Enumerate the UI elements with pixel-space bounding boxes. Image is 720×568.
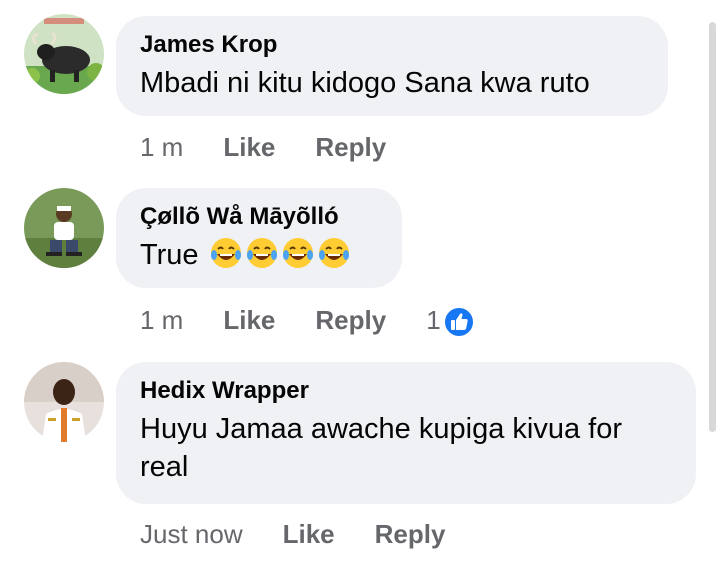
reply-button[interactable]: Reply bbox=[375, 517, 446, 551]
scrollbar[interactable] bbox=[709, 22, 716, 432]
comment-bubble: Çøllõ Wå Māyõlló True bbox=[116, 188, 402, 288]
comment-text: True bbox=[140, 236, 378, 274]
avatar[interactable] bbox=[24, 188, 104, 268]
comment-text-word: True bbox=[140, 239, 199, 271]
comment-bubble: Hedix Wrapper Huyu Jamaa awache kupiga k… bbox=[116, 362, 696, 504]
avatar[interactable] bbox=[24, 362, 104, 442]
avatar[interactable] bbox=[24, 14, 104, 94]
comment-timestamp[interactable]: Just now bbox=[140, 517, 243, 551]
reply-button[interactable]: Reply bbox=[315, 130, 386, 164]
comment-bubble: James Krop Mbadi ni kitu kidogo Sana kwa… bbox=[116, 16, 668, 116]
laughing-tears-emoji-icon bbox=[246, 238, 277, 268]
thumbs-up-icon bbox=[442, 306, 475, 339]
comment-text: Huyu Jamaa awache kupiga kivua for real bbox=[140, 413, 622, 483]
reply-button[interactable]: Reply bbox=[315, 303, 386, 337]
like-button[interactable]: Like bbox=[223, 303, 275, 337]
laughing-tears-emoji-icon bbox=[210, 238, 241, 268]
comment-author[interactable]: Hedix Wrapper bbox=[140, 376, 672, 406]
comment-text: Mbadi ni kitu kidogo Sana kwa ruto bbox=[140, 67, 590, 99]
person-avatar-image bbox=[24, 362, 104, 442]
like-button[interactable]: Like bbox=[283, 517, 335, 551]
reaction-summary[interactable]: 1 bbox=[426, 303, 475, 339]
laughing-tears-emoji-icon bbox=[282, 238, 313, 268]
buffalo-avatar-image bbox=[24, 14, 104, 94]
comment-actions: 1 m Like Reply 1 bbox=[140, 303, 475, 339]
comment-timestamp[interactable]: 1 m bbox=[140, 130, 183, 164]
comment-timestamp[interactable]: 1 m bbox=[140, 303, 183, 337]
comment-actions: 1 m Like Reply bbox=[140, 130, 386, 164]
like-button[interactable]: Like bbox=[223, 130, 275, 164]
laughing-tears-emoji-icon bbox=[318, 238, 349, 268]
comment-author[interactable]: James Krop bbox=[140, 30, 644, 60]
reaction-count: 1 bbox=[426, 305, 441, 335]
comment-actions: Just now Like Reply bbox=[140, 517, 445, 551]
comment-author[interactable]: Çøllõ Wå Māyõlló bbox=[140, 202, 378, 232]
person-avatar-image bbox=[24, 188, 104, 268]
